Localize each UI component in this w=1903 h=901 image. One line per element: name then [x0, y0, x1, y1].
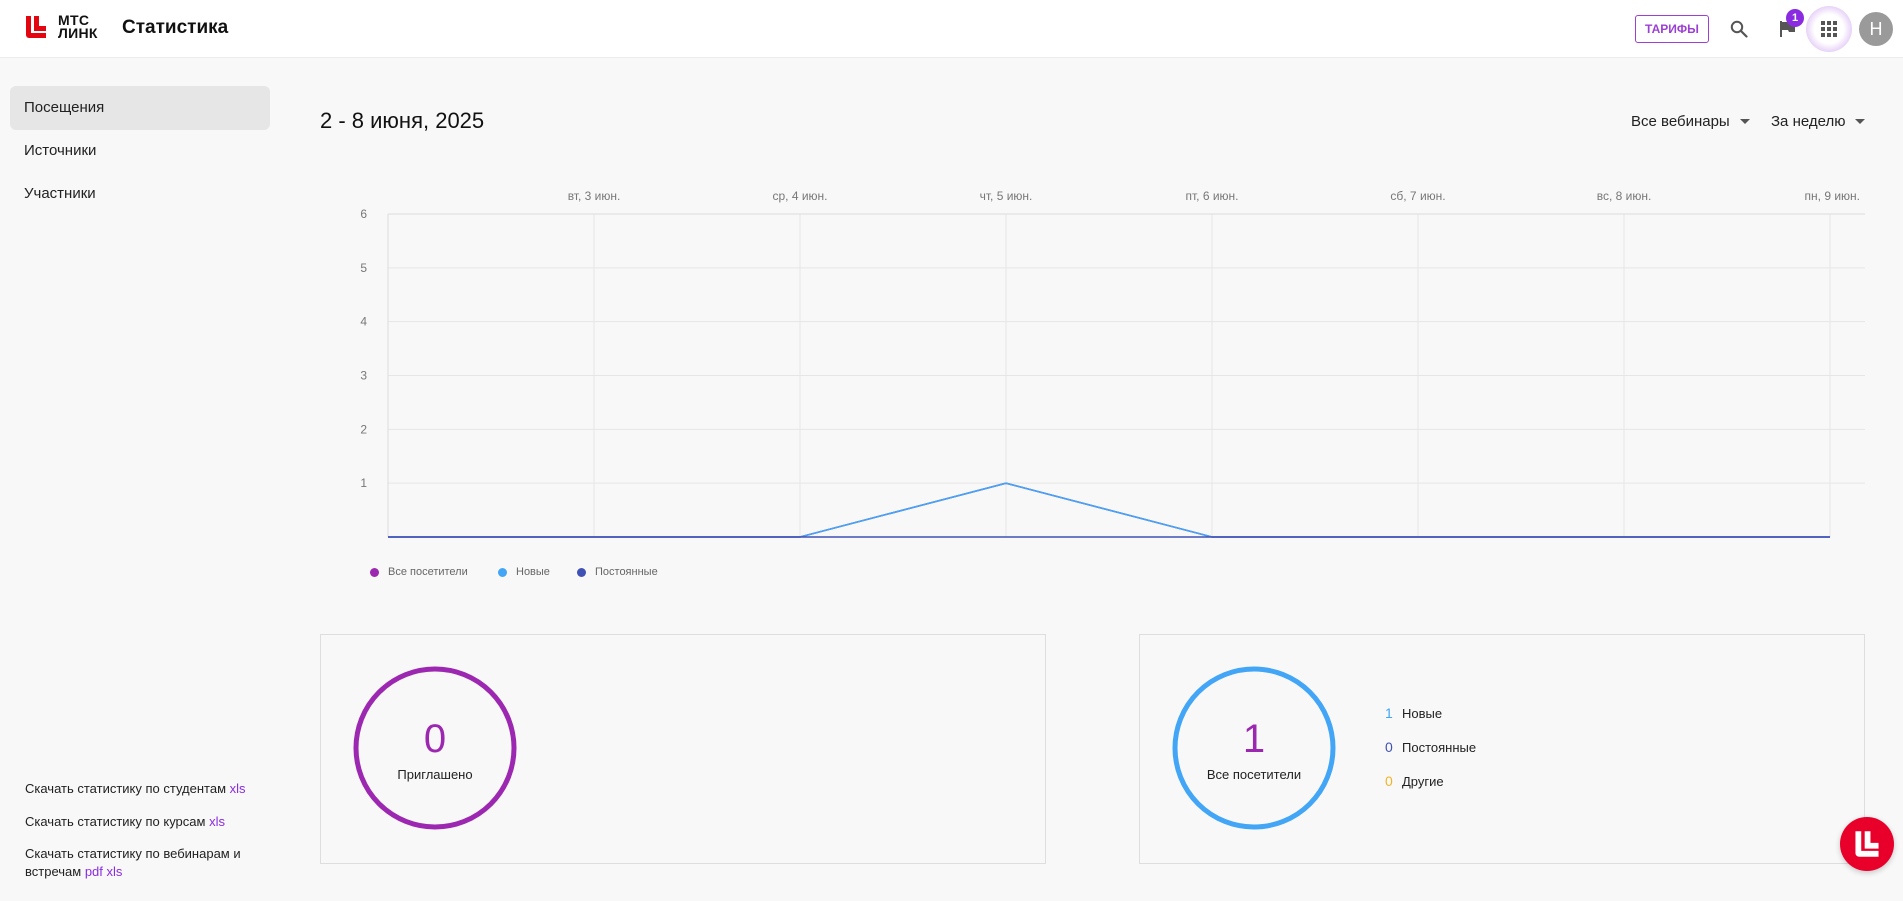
x-tick-label: пт, 6 июн.: [1185, 189, 1238, 203]
visitors-regular-row: 0 Постоянные: [1385, 739, 1476, 755]
y-tick-label: 6: [360, 207, 367, 221]
x-tick-label: чт, 5 июн.: [980, 189, 1033, 203]
download-courses-xls-link[interactable]: xls: [209, 814, 225, 829]
download-webinars: Скачать статистику по вебинарам и встреч…: [25, 845, 241, 881]
invited-card: 0 Приглашено: [320, 634, 1046, 864]
visitors-card: 1 Все посетители 1 Новые 0 Постоянные 0 …: [1139, 634, 1865, 864]
download-webinars-text-2: встречам: [25, 864, 82, 879]
legend-label-all: Все посетители: [388, 566, 468, 578]
legend-dot-regular: [577, 567, 586, 577]
y-tick-label: 2: [360, 422, 367, 436]
y-tick-label: 3: [360, 369, 367, 383]
series-line-1: [388, 482, 1830, 538]
invited-value: 0: [423, 717, 447, 761]
download-students: Скачать статистику по студентам xls: [25, 780, 246, 798]
visitors-new-value: 1: [1385, 705, 1393, 721]
download-webinars-pdf-link[interactable]: pdf: [85, 864, 103, 879]
x-tick-label: ср, 4 июн.: [772, 189, 827, 203]
download-webinars-xls-link[interactable]: xls: [107, 864, 123, 879]
legend-item-all[interactable]: Все посетители: [370, 566, 468, 578]
visitors-other-row: 0 Другие: [1385, 773, 1444, 789]
download-students-text: Скачать статистику по студентам: [25, 781, 227, 796]
mts-link-chat-button[interactable]: [1840, 817, 1894, 871]
download-courses: Скачать статистику по курсам xls: [25, 813, 225, 831]
legend-dot-new: [498, 567, 507, 577]
download-students-xls-link[interactable]: xls: [230, 781, 246, 796]
visitors-regular-label: Постоянные: [1402, 739, 1477, 755]
visitors-value: 1: [1242, 717, 1266, 761]
invited-label: Приглашено: [397, 767, 473, 782]
x-tick-label: сб, 7 июн.: [1390, 189, 1445, 203]
legend-label-new: Новые: [516, 566, 550, 578]
legend-item-regular[interactable]: Постоянные: [577, 566, 658, 578]
visitors-other-value: 0: [1385, 773, 1393, 789]
download-courses-text: Скачать статистику по курсам: [25, 814, 206, 829]
y-tick-label: 4: [360, 315, 367, 329]
y-tick-label: 5: [360, 261, 367, 275]
mts-link-chat-icon: [1855, 831, 1879, 857]
x-tick-label: вт, 3 июн.: [568, 189, 621, 203]
y-tick-label: 1: [360, 476, 367, 490]
x-tick-label: вс, 8 июн.: [1597, 189, 1652, 203]
legend-label-regular: Постоянные: [595, 566, 658, 578]
visitors-new-label: Новые: [1402, 705, 1443, 721]
visitors-label: Все посетители: [1206, 767, 1302, 782]
visitors-regular-value: 0: [1385, 739, 1393, 755]
visits-line-chart: 1 2 3 4 5 6 вт, 3 июн. ср, 4 июн. чт, 5 июн. пт, …: [360, 189, 1865, 538]
legend-dot-all: [370, 567, 379, 577]
visitors-other-label: Другие: [1402, 773, 1444, 789]
x-tick-label: пн, 9 июн.: [1805, 189, 1860, 203]
visitors-new-row: 1 Новые: [1385, 705, 1442, 721]
download-webinars-text-1: Скачать статистику по вебинарам и: [25, 846, 241, 861]
legend-item-new[interactable]: Новые: [498, 566, 550, 578]
